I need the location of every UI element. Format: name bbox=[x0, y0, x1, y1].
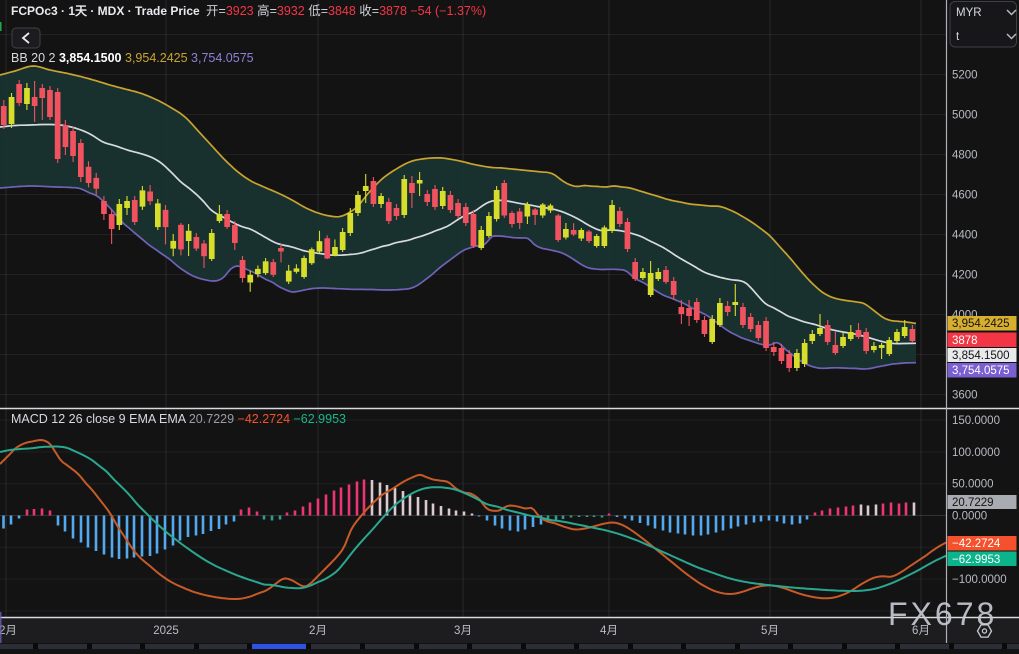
svg-text:5月: 5月 bbox=[761, 625, 779, 637]
svg-text:0.0000: 0.0000 bbox=[952, 511, 987, 523]
svg-text:4400: 4400 bbox=[952, 230, 978, 242]
svg-text:3878: 3878 bbox=[952, 335, 978, 347]
svg-text:2月: 2月 bbox=[309, 625, 327, 637]
svg-text:4800: 4800 bbox=[952, 150, 978, 162]
svg-text:FX678: FX678 bbox=[888, 596, 997, 632]
svg-text:3600: 3600 bbox=[952, 390, 978, 402]
svg-text:3,754.0575: 3,754.0575 bbox=[952, 365, 1010, 377]
svg-text:−42.2724: −42.2724 bbox=[952, 538, 1001, 550]
svg-text:4600: 4600 bbox=[952, 190, 978, 202]
svg-text:FCPOc3 · 1天 · MDX · Trade Pric: FCPOc3 · 1天 · MDX · Trade Price bbox=[11, 4, 200, 18]
svg-text:4月: 4月 bbox=[600, 625, 618, 637]
svg-text:50.0000: 50.0000 bbox=[952, 479, 994, 491]
svg-text:150.0000: 150.0000 bbox=[952, 415, 1000, 427]
svg-text:开=3923 高=3932 低=3848 收=3878 −5: 开=3923 高=3932 低=3848 收=3878 −54 (−1.37%) bbox=[206, 3, 486, 18]
svg-text:3,854.1500: 3,854.1500 bbox=[952, 350, 1010, 362]
svg-text:−100.0000: −100.0000 bbox=[952, 574, 1007, 586]
svg-text:3月: 3月 bbox=[454, 625, 472, 637]
svg-text:2月: 2月 bbox=[0, 625, 17, 637]
svg-text:5000: 5000 bbox=[952, 110, 978, 122]
svg-text:20.7229: 20.7229 bbox=[952, 497, 994, 509]
svg-text:MYR: MYR bbox=[956, 7, 982, 19]
svg-text:BB 20 2 3,854.1500 3,954.242: BB 20 2 3,854.1500 3,954.2425 3,754.0575 bbox=[11, 51, 254, 65]
svg-text:−62.9953: −62.9953 bbox=[952, 554, 1000, 566]
svg-text:5200: 5200 bbox=[952, 70, 978, 82]
svg-text:4200: 4200 bbox=[952, 270, 978, 282]
svg-text:2025: 2025 bbox=[153, 625, 179, 637]
svg-text:100.0000: 100.0000 bbox=[952, 447, 1000, 459]
svg-text:MACD 12 26 close 9 EMA EMA 20: MACD 12 26 close 9 EMA EMA 20.7229 −42.2… bbox=[11, 412, 346, 426]
svg-text:3,954.2425: 3,954.2425 bbox=[952, 318, 1010, 330]
